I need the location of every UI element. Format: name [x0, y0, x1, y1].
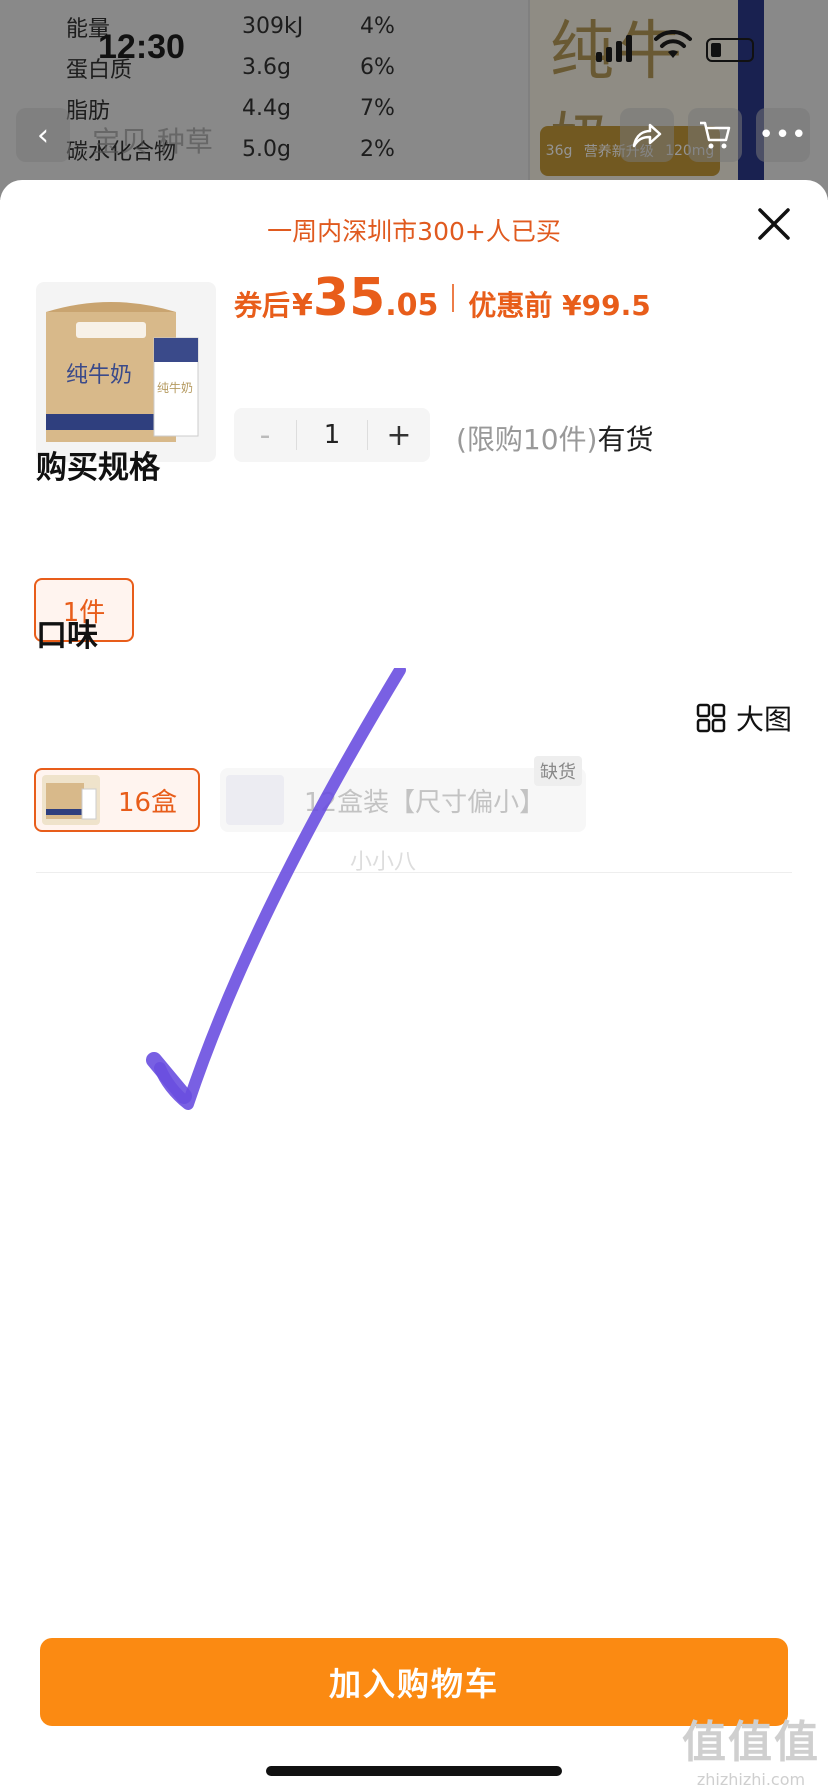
stock-info: (限购10件)有货	[456, 418, 654, 458]
flavor-section-title: 口味	[36, 618, 98, 654]
share-icon	[632, 123, 662, 148]
watermark: 值值值 zhizhizhi.com	[682, 1717, 820, 1789]
price-decimal: .05	[385, 288, 439, 323]
chevron-left-icon: ‹	[37, 117, 49, 153]
quantity-stepper: - 1 +	[234, 408, 430, 462]
status-bar: 12:30	[0, 0, 828, 100]
flavor-thumbnail	[42, 775, 100, 825]
price-integer: 35	[312, 268, 386, 328]
decrease-button[interactable]: -	[234, 418, 296, 453]
close-icon[interactable]	[752, 202, 796, 246]
sku-selection-sheet: 一周内深圳市300+人已买 纯牛奶 纯牛奶 券后 ¥ 35 .05 优惠前 ¥9…	[0, 180, 828, 1791]
spec-section-title: 购买规格	[36, 450, 160, 486]
svg-text:纯牛奶: 纯牛奶	[66, 363, 132, 388]
flavor-thumbnail	[226, 775, 284, 825]
battery-icon	[706, 38, 754, 62]
cart-button[interactable]	[688, 108, 742, 162]
flavor-option-16[interactable]: 16盒	[34, 768, 200, 832]
price-line: 券后 ¥ 35 .05 优惠前 ¥99.5	[234, 268, 651, 328]
home-indicator	[266, 1766, 562, 1776]
big-view-label: 大图	[736, 703, 793, 736]
increase-button[interactable]: +	[368, 418, 430, 453]
svg-text:纯牛奶: 纯牛奶	[157, 380, 193, 395]
more-dots-icon: •••	[758, 120, 808, 150]
coupon-price-label: 券后	[234, 289, 291, 322]
cellular-signal-icon	[596, 34, 632, 62]
currency-symbol: ¥	[292, 288, 313, 323]
flavor-label: 12盒装【尺寸偏小】	[304, 787, 546, 818]
handwritten-checkmark	[146, 668, 406, 1110]
price-separator	[452, 284, 455, 312]
purchase-limit: (限购10件)	[456, 423, 598, 456]
product-thumbnail[interactable]: 纯牛奶 纯牛奶	[36, 282, 216, 462]
wifi-icon	[654, 30, 692, 58]
big-view-toggle[interactable]: 大图	[696, 698, 792, 738]
flavor-option-12-disabled[interactable]: 12盒装【尺寸偏小】	[220, 768, 586, 832]
social-proof-text: 一周内深圳市300+人已买	[267, 217, 561, 246]
back-button[interactable]: ‹	[16, 108, 70, 162]
cart-icon	[700, 121, 731, 149]
availability: 有货	[597, 423, 654, 456]
more-button[interactable]: •••	[756, 108, 810, 162]
flavor-label: 16盒	[118, 787, 178, 818]
out-of-stock-badge: 缺货	[534, 756, 582, 786]
divider	[36, 872, 792, 873]
original-price: 优惠前 ¥99.5	[468, 289, 651, 322]
status-time: 12:30	[98, 28, 185, 66]
nav-title: 宝贝 种草	[92, 125, 213, 158]
share-button[interactable]	[620, 108, 674, 162]
milk-box-image: 纯牛奶 纯牛奶	[46, 302, 199, 442]
grid-icon	[696, 703, 726, 733]
quantity-value[interactable]: 1	[296, 420, 368, 450]
